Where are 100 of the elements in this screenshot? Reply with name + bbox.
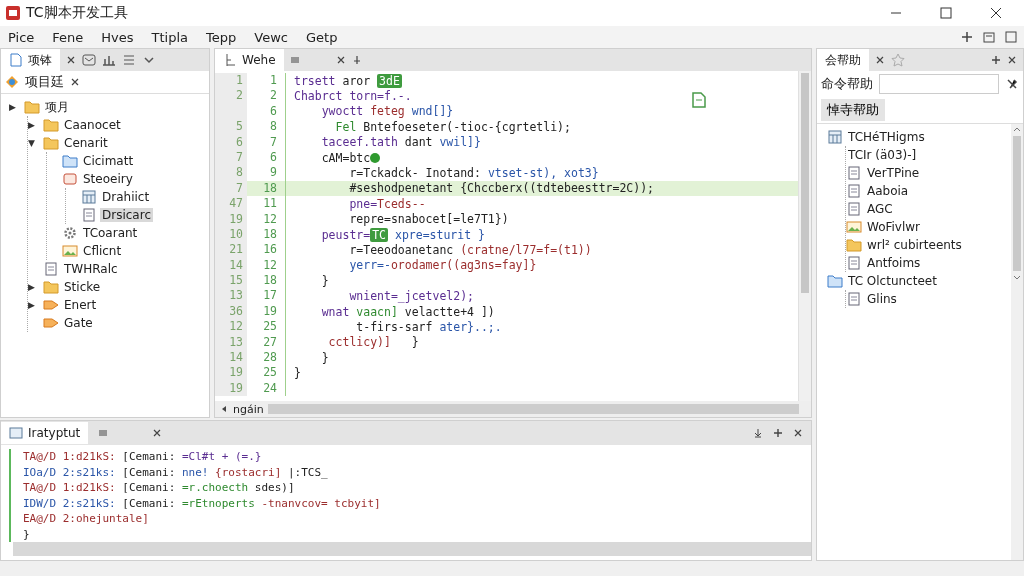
- tree-item[interactable]: Drsicarc: [100, 208, 153, 222]
- tree-item[interactable]: Drahiict: [100, 190, 152, 204]
- tree-item[interactable]: TWHRalc: [62, 262, 120, 276]
- close-icon[interactable]: [1007, 55, 1017, 65]
- expand-toggle[interactable]: ▶: [28, 300, 40, 310]
- panel-title: 项目廷: [25, 73, 64, 91]
- line-number: 2: [247, 88, 286, 104]
- window-title: TC脚本开发工具: [26, 4, 129, 22]
- output-line: IOa/D 2:s21ks: [Cemani: nne! {rostacri] |:TCS_: [9, 464, 811, 480]
- code-line: #seshodpenetant {Chccberx((tdtebeesttr=2C));: [348, 181, 655, 196]
- help-tree-item[interactable]: TCIr (ä03)-]: [846, 148, 919, 162]
- expand-toggle[interactable]: ▶: [9, 102, 21, 112]
- help-tree-item[interactable]: wrl² cubirteents: [865, 238, 964, 252]
- pin-icon[interactable]: [351, 55, 362, 65]
- code-line: Chabrct torn=f.-.: [293, 89, 412, 104]
- help-tree-item[interactable]: TCHéTHigms: [846, 130, 927, 144]
- window-icon[interactable]: [1004, 30, 1018, 44]
- line-number: 8: [215, 165, 247, 181]
- close-icon[interactable]: [793, 428, 803, 438]
- help-tree-item[interactable]: TC Olctuncteet: [846, 274, 939, 288]
- horizontal-scrollbar[interactable]: [13, 542, 811, 556]
- help-tree-item[interactable]: Aaboia: [865, 184, 911, 198]
- editor-tab[interactable]: Wehe: [215, 49, 284, 71]
- line-number: 5: [215, 119, 247, 135]
- line-number: 27: [247, 334, 286, 351]
- arrow-down-icon[interactable]: [753, 428, 763, 438]
- line-number: 12: [247, 211, 286, 227]
- tree-item[interactable]: Caanocet: [62, 118, 123, 132]
- restore-icon[interactable]: [982, 30, 996, 44]
- search-field[interactable]: [879, 74, 999, 94]
- close-icon[interactable]: [335, 55, 346, 65]
- code-line: taceef.tath dant vwil]}: [320, 135, 481, 150]
- help-button[interactable]: 悼寺帮助: [821, 99, 885, 121]
- close-icon[interactable]: [66, 55, 76, 65]
- tree-item[interactable]: Gate: [62, 316, 95, 330]
- line-number: 25: [247, 319, 286, 335]
- folder-icon: [43, 136, 59, 150]
- code-line: ywoctt feteg wnd[]}: [320, 104, 454, 119]
- scrollbar-thumb[interactable]: [1013, 136, 1021, 271]
- file-icon: [9, 53, 23, 67]
- image-icon: [846, 220, 862, 234]
- line-number: 15: [215, 273, 247, 289]
- help-tree-item[interactable]: VerTPine: [865, 166, 922, 180]
- expand-toggle[interactable]: ▶: [28, 282, 40, 292]
- expand-toggle[interactable]: ▼: [28, 138, 40, 148]
- breakpoint-dot: [370, 152, 381, 163]
- code-line: wnient=_jcetvel2);: [348, 289, 474, 304]
- help-tree-item[interactable]: AGC: [865, 202, 895, 216]
- image-icon: [62, 244, 78, 258]
- folder-icon: [62, 154, 78, 168]
- plus-icon[interactable]: [960, 30, 974, 44]
- help-tab[interactable]: 会帮助: [817, 49, 869, 71]
- menu-item[interactable]: Tepp: [204, 28, 239, 46]
- tree-item[interactable]: Enert: [62, 298, 99, 312]
- help-tree-item[interactable]: Glins: [865, 292, 899, 306]
- pin-icon[interactable]: [1005, 77, 1019, 91]
- close-icon[interactable]: [875, 55, 885, 65]
- tree-item[interactable]: Cicimatt: [81, 154, 136, 168]
- plus-icon[interactable]: [773, 428, 783, 438]
- document-icon: [846, 256, 862, 270]
- tree-item[interactable]: Sticke: [62, 280, 103, 294]
- scrollbar[interactable]: [798, 71, 811, 401]
- menu-item[interactable]: Vewc: [252, 28, 290, 46]
- horizontal-scrollbar[interactable]: [267, 404, 799, 414]
- output-tab[interactable]: Iratyptut: [1, 422, 89, 444]
- line-number: 6: [247, 149, 286, 166]
- line-number: 18: [247, 273, 286, 289]
- menu-item[interactable]: Hves: [99, 28, 136, 46]
- plus-icon[interactable]: [991, 55, 1001, 65]
- tree-item[interactable]: TCoarant: [81, 226, 140, 240]
- tree-item[interactable]: Steoeiry: [81, 172, 135, 186]
- line-number: 47: [215, 196, 247, 212]
- menu-item[interactable]: Ttipla: [149, 28, 191, 46]
- package-icon: [62, 172, 78, 186]
- line-number: 7: [247, 134, 286, 150]
- code-line: r=Teeodoanetanc (cratne/l77=f=(t1)): [348, 243, 592, 257]
- menu-item[interactable]: Fene: [50, 28, 86, 46]
- document-icon: [846, 292, 862, 306]
- project-tab[interactable]: 项钵: [1, 49, 60, 71]
- help-tree-item[interactable]: WoFivlwr: [865, 220, 923, 234]
- tree-item[interactable]: 项月: [43, 98, 71, 116]
- line-number: 18: [247, 180, 286, 197]
- tree-item[interactable]: Cenarit: [62, 136, 110, 150]
- star-icon[interactable]: [891, 53, 905, 67]
- menu-item[interactable]: Getp: [303, 28, 340, 46]
- code-line: cAM=btc: [320, 150, 371, 165]
- menu-item[interactable]: Pice: [6, 28, 37, 46]
- document-icon: [846, 202, 862, 216]
- expand-toggle[interactable]: ▶: [28, 120, 40, 130]
- code-line: }: [320, 350, 329, 365]
- line-number: 1: [247, 73, 286, 89]
- line-number: 19: [247, 303, 286, 320]
- close-icon[interactable]: [70, 77, 80, 87]
- tree-item[interactable]: Cflicnt: [81, 244, 124, 258]
- help-tree-item[interactable]: Antfoims: [865, 256, 923, 270]
- output-line: TA@/D 1:d21kS: [Cemani: =Cl#t + (=.}: [9, 449, 811, 465]
- close-icon[interactable]: [152, 428, 163, 438]
- code-line: }: [293, 366, 301, 381]
- chart-icon[interactable]: [102, 53, 116, 67]
- mail-icon[interactable]: [82, 53, 96, 67]
